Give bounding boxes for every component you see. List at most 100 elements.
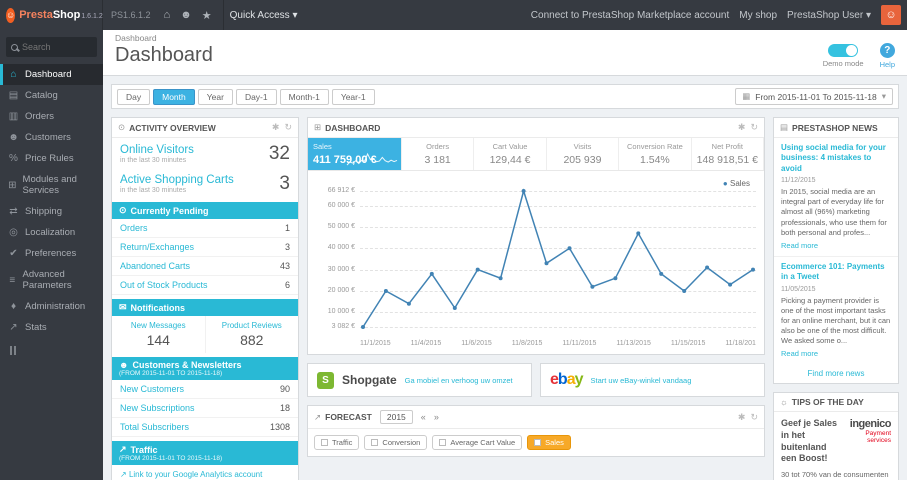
sidebar-item-stats[interactable]: ↗ Stats [0,317,103,338]
filter-day-1-button[interactable]: Day-1 [235,88,277,105]
help-icon[interactable]: ? [879,43,895,58]
find-more-news-link[interactable]: Find more news [774,364,898,383]
news-title-link[interactable]: Ecommerce 101: Payments in a Tweet [781,262,891,283]
kpi-orders[interactable]: Orders 3 181 [402,138,475,170]
gear-icon[interactable]: ✱ [738,122,746,133]
filter-month-button[interactable]: Month [153,88,195,105]
sidebar-item-preferences[interactable]: ✔ Preferences [0,243,103,264]
quick-access-menu[interactable]: Quick Access ▾ [230,10,298,21]
sidebar-item-price-rules[interactable]: % Price Rules [0,148,103,169]
sidebar-search[interactable] [6,37,97,57]
kpi-conversion-rate[interactable]: Conversion Rate 1.54% [619,138,692,170]
my-shop-link[interactable]: My shop [739,10,777,21]
chip-label: Average Cart Value [450,438,516,447]
date-range-picker[interactable]: ▦ From 2015-11-01 To 2015-11-18 ▾ [735,88,893,105]
shopgate-link[interactable]: Ga mobiel en verhoog uw omzet [405,376,513,385]
pending-orders-row[interactable]: Orders 1 [112,219,298,238]
sales-chart-plot[interactable]: ● Sales [360,179,756,337]
user-menu[interactable]: PrestaShop User ▾ [787,10,871,21]
sidebar-item-customers[interactable]: ☻ Customers [0,127,103,148]
gear-icon[interactable]: ✱ [272,122,280,133]
new-subscriptions-row[interactable]: New Subscriptions 18 [112,399,298,418]
panel-title: TIPS OF THE DAY [791,397,864,408]
read-more-link[interactable]: Read more [781,241,891,250]
sidebar-item-orders[interactable]: ▥ Orders [0,106,103,127]
checkbox[interactable] [439,439,447,446]
active-carts-metric[interactable]: Active Shopping Carts in the last 30 min… [112,168,298,198]
sidebar-item-localization[interactable]: ◎ Localization [0,222,103,243]
help-button[interactable]: ? Help [880,43,895,69]
prestashop-logo[interactable]: ☺ PrestaShop1.6.1.2 [0,0,103,30]
kpi-value: 3 181 [424,154,451,166]
online-visitors-metric[interactable]: Online Visitors in the last 30 minutes 3… [112,138,298,168]
year-selector[interactable]: 2015 [379,410,413,424]
sidebar-item-modules[interactable]: ⊞ Modules and Services [0,169,103,201]
new-messages-cell[interactable]: New Messages 144 [112,316,206,353]
sidebar-item-dashboard[interactable]: ⌂ Dashboard [0,64,103,85]
sales-line [361,188,755,329]
user-avatar[interactable]: ☺ [881,5,901,25]
checkbox[interactable] [534,439,542,446]
gear-icon[interactable]: ✱ [738,412,746,423]
row-label: Total Subscribers [120,422,190,432]
x-tick-label: 11/4/2015 [410,340,442,347]
pending-returns-row[interactable]: Return/Exchanges 3 [112,238,298,257]
kpi-cart-value[interactable]: Cart Value 129,44 € [474,138,547,170]
toggle-switch[interactable] [828,44,859,57]
new-customers-row[interactable]: New Customers 90 [112,380,298,399]
ebay-link[interactable]: Start uw eBay-winkel vandaag [591,376,692,385]
news-title-link[interactable]: Using social media for your business: 4 … [781,143,891,174]
customers-icon: ☻ [8,132,19,143]
customers-icon[interactable]: ☻ [180,9,192,21]
search-input[interactable] [22,42,92,52]
checkbox[interactable] [371,439,379,446]
filter-month-1-button[interactable]: Month-1 [279,88,329,105]
demo-mode-toggle[interactable]: Demo mode [823,44,864,68]
panel-title: PRESTASHOP NEWS [792,122,878,133]
total-subscribers-row[interactable]: Total Subscribers 1308 [112,418,298,437]
filter-year-button[interactable]: Year [197,88,233,105]
percent-icon: % [9,153,18,164]
abandoned-carts-row[interactable]: Abandoned Carts 43 [112,257,298,276]
news-item: Using social media for your business: 4 … [774,138,898,257]
read-more-link[interactable]: Read more [781,349,891,358]
sidebar-item-catalog[interactable]: ▤ Catalog [0,85,103,106]
collapse-menu-button[interactable] [0,338,103,363]
shopgate-module-ad[interactable]: S Shopgate Ga mobiel en verhoog uw omzet [307,363,532,397]
sidebar-item-advanced-parameters[interactable]: ≡ Advanced Parameters [0,264,103,296]
prev-year-button[interactable]: « [421,412,426,422]
sidebar-item-administration[interactable]: ♦ Administration [0,296,103,317]
kpi-sales[interactable]: Sales 411 759,00 € [308,138,402,170]
next-year-button[interactable]: » [434,412,439,422]
kpi-label: Visits [573,142,592,151]
shop-icon[interactable]: ⌂ [164,9,171,21]
section-title: Currently Pending [130,205,209,216]
filter-day-button[interactable]: Day [117,88,151,105]
grid-icon: ⊞ [314,122,322,132]
chart-y-axis: 66 912 € 60 000 € 50 000 € 40 000 € 30 000 €… [316,179,360,337]
sidebar-item-shipping[interactable]: ⇄ Shipping [0,201,103,222]
filter-year-1-button[interactable]: Year-1 [331,88,375,105]
merchant-badge-icon[interactable]: ★ [202,9,212,22]
y-tick-label: 10 000 € [327,308,355,316]
legend-chip-conversion[interactable]: Conversion [364,435,428,450]
legend-chip-average-cart-value[interactable]: Average Cart Value [432,435,523,450]
breadcrumb[interactable]: Dashboard [115,33,213,43]
marketplace-connect-link[interactable]: Connect to PrestaShop Marketplace accoun… [531,10,729,21]
kpi-visits[interactable]: Visits 205 939 [547,138,620,170]
refresh-icon[interactable]: ↻ [750,412,758,423]
refresh-icon[interactable]: ↻ [750,122,758,133]
checkbox[interactable] [321,439,328,446]
panel-title: ACTIVITY OVERVIEW [129,122,216,133]
product-reviews-cell[interactable]: Product Reviews 882 [206,316,299,353]
ebay-module-ad[interactable]: ebay Start uw eBay-winkel vandaag [540,363,765,397]
legend-chip-sales[interactable]: Sales [527,435,571,450]
kpi-net-profit[interactable]: Net Profit 148 918,51 € [692,138,765,170]
out-of-stock-row[interactable]: Out of Stock Products 6 [112,276,298,295]
sidebar-item-label: Modules and Services [22,174,77,196]
chip-label: Traffic [332,438,353,447]
refresh-icon[interactable]: ↻ [284,122,292,133]
legend-chip-traffic[interactable]: Traffic [314,435,360,450]
google-analytics-link[interactable]: ↗ Link to your Google Analytics account [112,465,298,480]
cell-value: 144 [146,332,170,348]
